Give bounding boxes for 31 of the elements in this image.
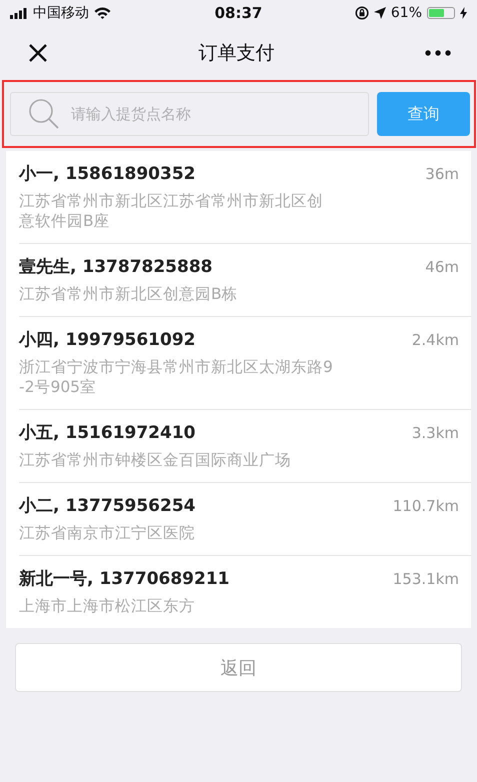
location-arrow-icon (374, 7, 386, 19)
address: 浙江省宁波市宁海县常州市新北区太湖东路9-2号905室 (19, 357, 334, 397)
search-field[interactable]: 请输入提货点名称 (10, 92, 369, 136)
contact-name[interactable]: 壹先生, 13787825888 (19, 255, 212, 278)
address: 上海市上海市松江区东方 (19, 596, 196, 616)
contact-name[interactable]: 小一, 15861890352 (19, 162, 196, 185)
more-icon[interactable] (425, 50, 451, 56)
distance: 46m (425, 258, 459, 276)
battery-icon (427, 7, 455, 19)
contact-name[interactable]: 小四, 19979561092 (19, 328, 196, 351)
address: 江苏省常州市新北区创意园B栋 (19, 284, 239, 304)
distance: 3.3km (412, 424, 459, 442)
address: 江苏省南京市江宁区医院 (19, 523, 196, 543)
clock-time: 08:37 (214, 4, 262, 22)
distance: 2.4km (412, 331, 459, 349)
signal-icon (10, 8, 28, 18)
address: 江苏省常州市新北区江苏省常州市新北区创意软件园B座 (19, 191, 324, 231)
charging-bolt-icon (460, 7, 467, 19)
distance: 153.1km (392, 570, 459, 588)
rotation-lock-icon (354, 6, 369, 20)
page-title: 订单支付 (198, 41, 274, 66)
close-icon[interactable] (28, 43, 48, 63)
wifi-icon (94, 7, 111, 19)
distance: 36m (425, 165, 459, 183)
distance: 110.7km (392, 497, 459, 515)
address: 江苏省常州市钟楼区金百国际商业广场 (19, 450, 292, 470)
battery-percent: 61% (390, 5, 422, 21)
contact-name[interactable]: 小五, 15161972410 (19, 421, 196, 444)
carrier-name: 中国移动 (33, 4, 89, 22)
contact-name[interactable]: 新北一号, 13770689211 (19, 567, 230, 590)
contact-name[interactable]: 小二, 13775956254 (19, 494, 196, 517)
